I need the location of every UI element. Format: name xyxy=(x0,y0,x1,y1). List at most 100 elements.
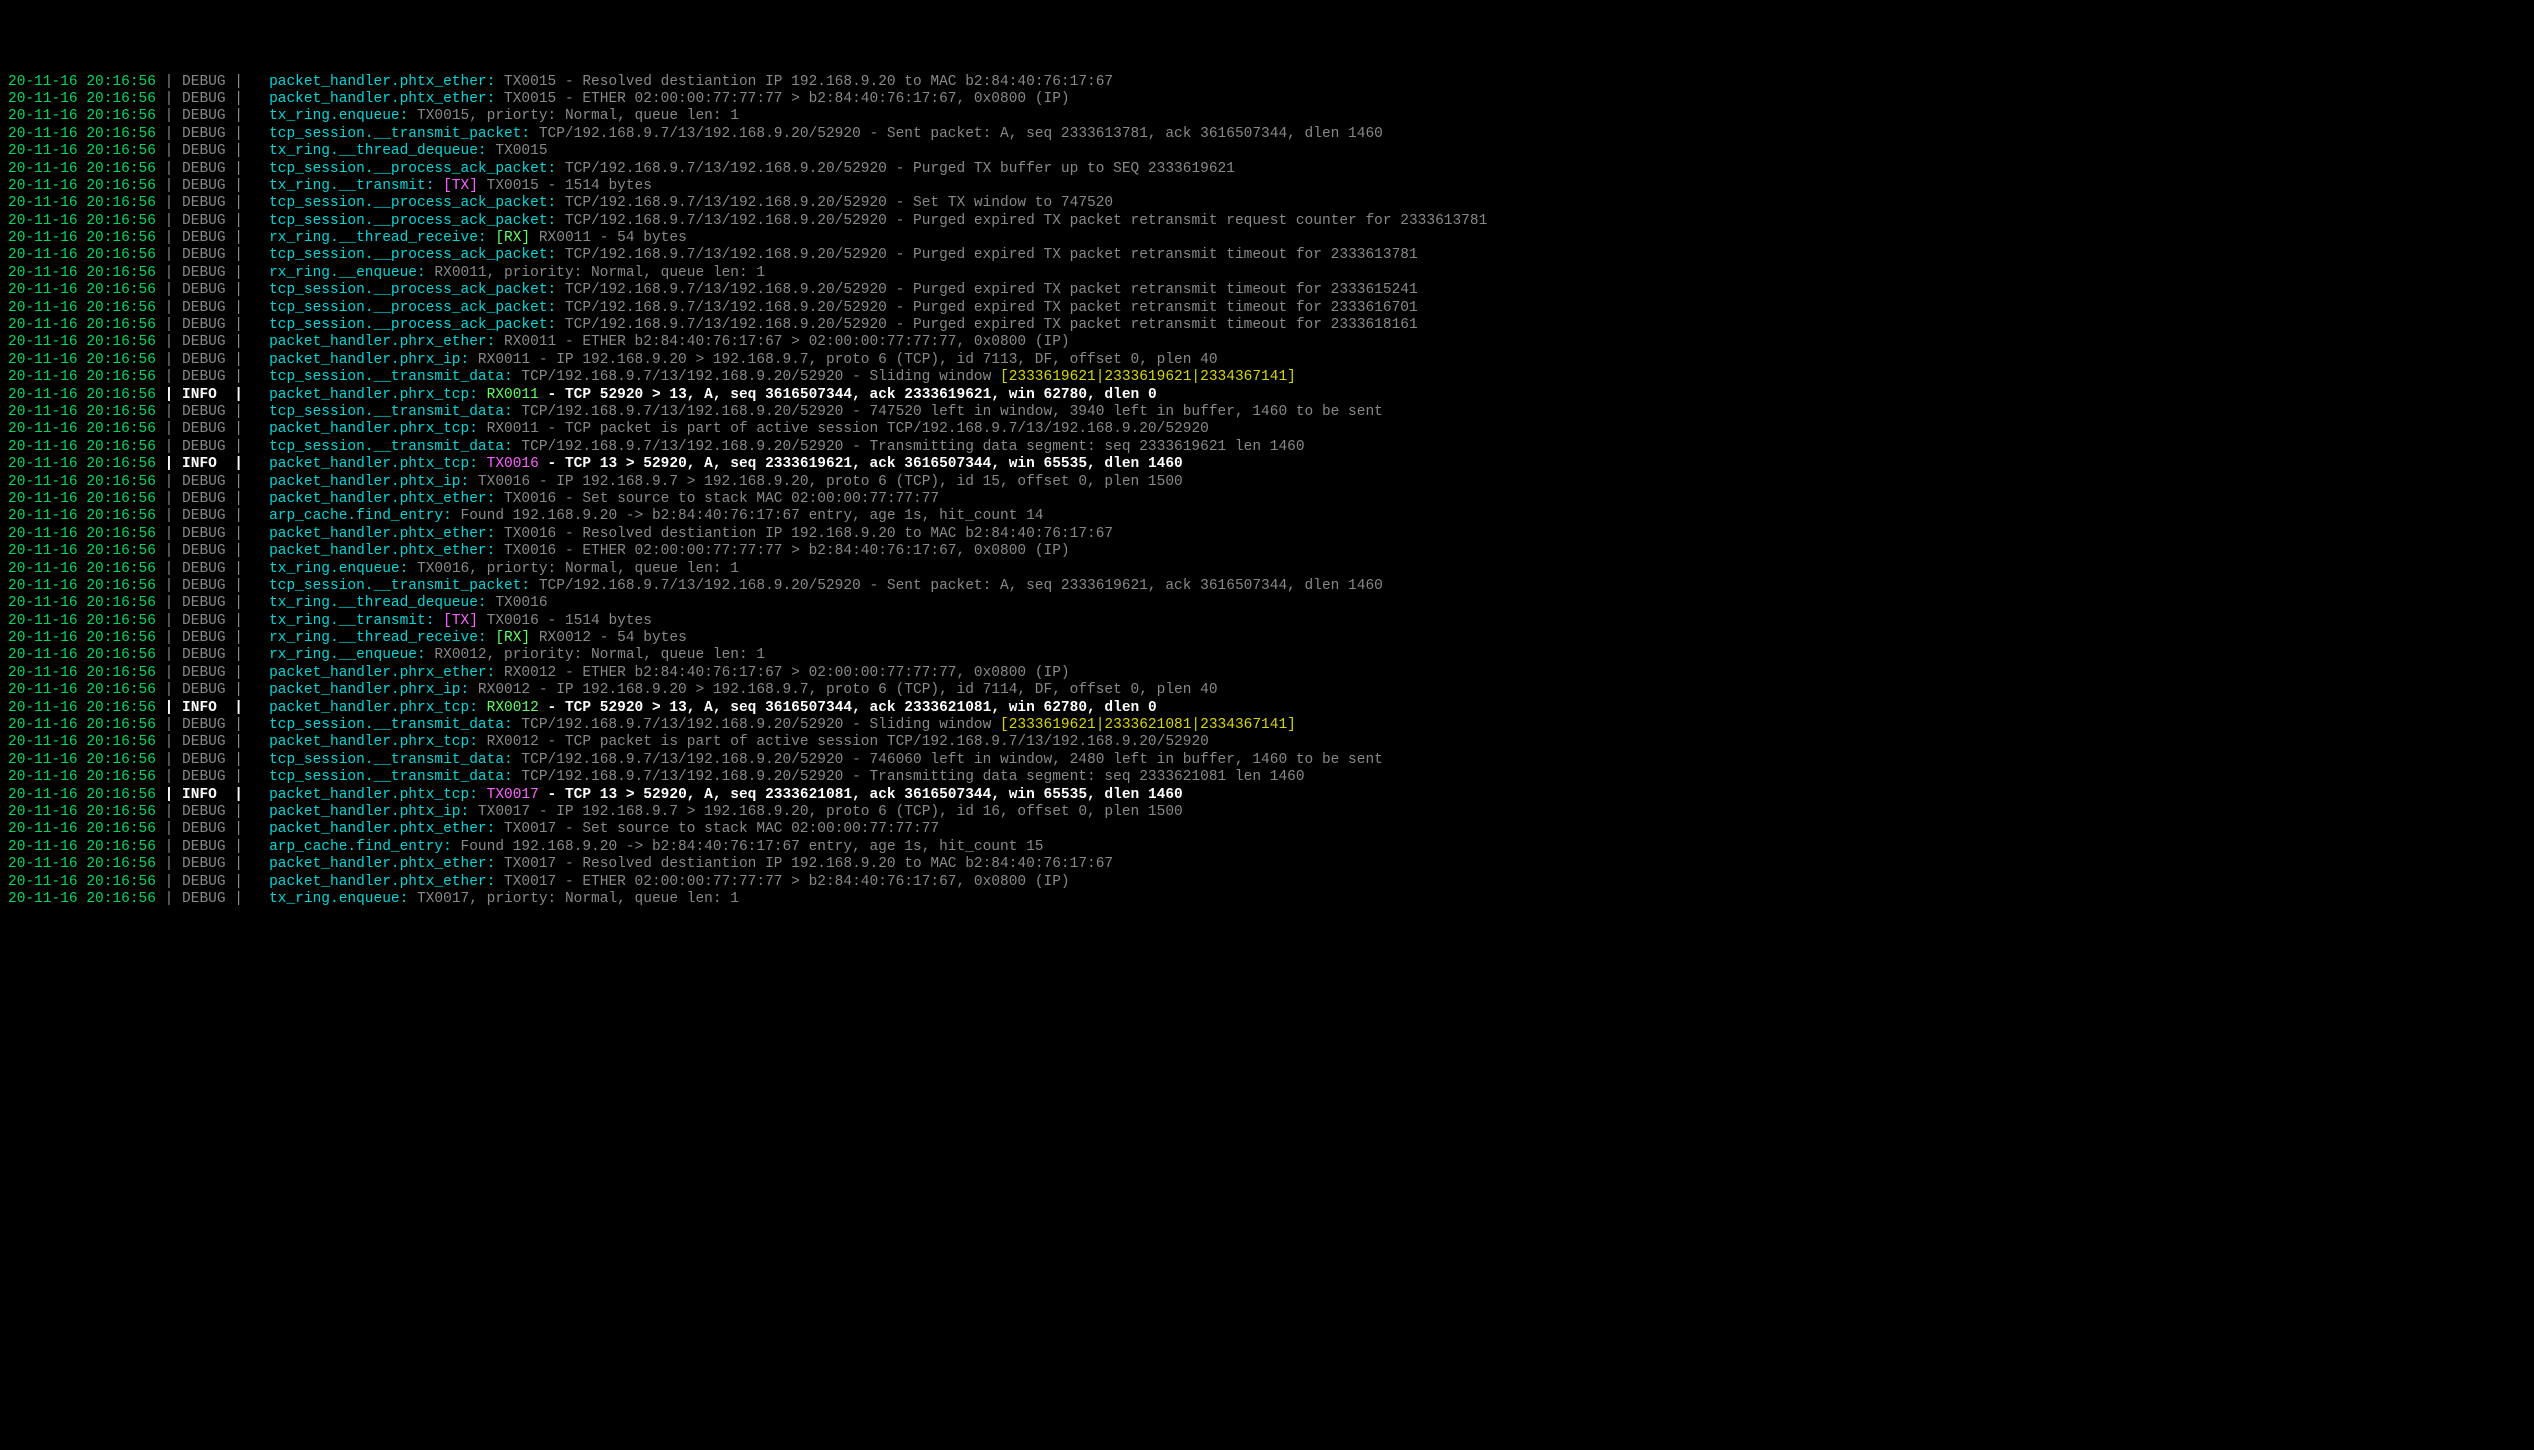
log-module: packet_handler.phtx_tcp: xyxy=(269,787,478,803)
log-level: DEBUG xyxy=(182,474,234,490)
log-message-segment: TCP/192.168.9.7/13/192.168.9.20/52920 - … xyxy=(513,369,1000,385)
log-module: packet_handler.phtx_ip: xyxy=(269,474,469,490)
log-row: 20-11-16 20:16:56 | DEBUG | packet_handl… xyxy=(8,734,2526,751)
separator: | xyxy=(156,161,182,177)
separator: | xyxy=(234,491,269,507)
separator: | xyxy=(234,526,269,542)
log-row: 20-11-16 20:16:56 | DEBUG | tcp_session.… xyxy=(8,404,2526,421)
log-level: DEBUG xyxy=(182,74,234,90)
log-message-segment: [2333619621|2333619621|2334367141] xyxy=(1000,369,1296,385)
log-timestamp: 20-11-16 20:16:56 xyxy=(8,300,156,316)
log-message-segment: TX0016 - IP 192.168.9.7 > 192.168.9.20, … xyxy=(469,474,1183,490)
log-timestamp: 20-11-16 20:16:56 xyxy=(8,578,156,594)
log-message-segment: TCP/192.168.9.7/13/192.168.9.20/52920 - … xyxy=(556,213,1487,229)
log-level: DEBUG xyxy=(182,630,234,646)
separator: | xyxy=(234,282,269,298)
log-module: packet_handler.phtx_ip: xyxy=(269,804,469,820)
separator: | xyxy=(234,91,269,107)
log-module: packet_handler.phrx_ip: xyxy=(269,682,469,698)
log-timestamp: 20-11-16 20:16:56 xyxy=(8,734,156,750)
log-row: 20-11-16 20:16:56 | DEBUG | tcp_session.… xyxy=(8,717,2526,734)
log-row: 20-11-16 20:16:56 | DEBUG | tcp_session.… xyxy=(8,126,2526,143)
separator: | xyxy=(156,265,182,281)
log-level: DEBUG xyxy=(182,126,234,142)
log-level: DEBUG xyxy=(182,195,234,211)
log-module: packet_handler.phrx_ether: xyxy=(269,665,495,681)
log-message-segment: - TCP 52920 > 13, A, seq 3616507344, ack… xyxy=(539,700,1157,716)
log-message-segment: TCP/192.168.9.7/13/192.168.9.20/52920 - … xyxy=(556,282,1417,298)
log-module: tx_ring.enqueue: xyxy=(269,891,408,907)
log-level: DEBUG xyxy=(182,734,234,750)
separator: | xyxy=(234,300,269,316)
separator: | xyxy=(156,230,182,246)
log-level: DEBUG xyxy=(182,491,234,507)
separator: | xyxy=(156,421,182,437)
log-module: packet_handler.phrx_tcp: xyxy=(269,734,478,750)
log-row: 20-11-16 20:16:56 | DEBUG | tx_ring.enqu… xyxy=(8,108,2526,125)
log-timestamp: 20-11-16 20:16:56 xyxy=(8,821,156,837)
log-level: DEBUG xyxy=(182,265,234,281)
log-module: tcp_session.__process_ack_packet: xyxy=(269,195,556,211)
separator: | xyxy=(234,734,269,750)
log-message-segment: RX0011 - 54 bytes xyxy=(530,230,687,246)
separator: | xyxy=(156,630,182,646)
separator: | xyxy=(234,126,269,142)
log-message-segment: [TX] xyxy=(434,178,478,194)
separator: | xyxy=(234,682,269,698)
log-message-segment: RX0012 - TCP packet is part of active se… xyxy=(478,734,1209,750)
log-timestamp: 20-11-16 20:16:56 xyxy=(8,543,156,559)
separator: | xyxy=(156,526,182,542)
log-row: 20-11-16 20:16:56 | DEBUG | packet_handl… xyxy=(8,665,2526,682)
log-message-segment: [RX] xyxy=(487,630,531,646)
separator: | xyxy=(156,613,182,629)
log-module: tcp_session.__transmit_data: xyxy=(269,769,513,785)
log-level: DEBUG xyxy=(182,247,234,263)
log-level: DEBUG xyxy=(182,717,234,733)
log-module: packet_handler.phtx_ether: xyxy=(269,543,495,559)
log-timestamp: 20-11-16 20:16:56 xyxy=(8,195,156,211)
log-timestamp: 20-11-16 20:16:56 xyxy=(8,891,156,907)
separator: | xyxy=(234,404,269,420)
log-level: DEBUG xyxy=(182,752,234,768)
separator: | xyxy=(156,474,182,490)
log-level: DEBUG xyxy=(182,439,234,455)
log-timestamp: 20-11-16 20:16:56 xyxy=(8,282,156,298)
separator: | xyxy=(156,108,182,124)
log-message-segment: TX0016 xyxy=(487,595,548,611)
log-module: packet_handler.phtx_ether: xyxy=(269,874,495,890)
separator: | xyxy=(156,647,182,663)
log-module: packet_handler.phrx_ip: xyxy=(269,352,469,368)
log-row: 20-11-16 20:16:56 | DEBUG | tcp_session.… xyxy=(8,317,2526,334)
separator: | xyxy=(156,839,182,855)
log-row: 20-11-16 20:16:56 | DEBUG | tcp_session.… xyxy=(8,752,2526,769)
separator: | xyxy=(156,856,182,872)
log-timestamp: 20-11-16 20:16:56 xyxy=(8,74,156,90)
separator: | xyxy=(156,717,182,733)
separator: | xyxy=(156,178,182,194)
log-message-segment: TCP/192.168.9.7/13/192.168.9.20/52920 - … xyxy=(556,161,1235,177)
separator: | xyxy=(156,787,182,803)
log-level: DEBUG xyxy=(182,578,234,594)
log-message-segment: RX0011 - TCP packet is part of active se… xyxy=(478,421,1209,437)
log-message-segment: TX0015 - ETHER 02:00:00:77:77:77 > b2:84… xyxy=(495,91,1069,107)
log-timestamp: 20-11-16 20:16:56 xyxy=(8,352,156,368)
log-module: packet_handler.phtx_ether: xyxy=(269,74,495,90)
separator: | xyxy=(156,282,182,298)
log-module: tcp_session.__transmit_data: xyxy=(269,369,513,385)
separator: | xyxy=(234,717,269,733)
separator: | xyxy=(234,665,269,681)
log-level: DEBUG xyxy=(182,543,234,559)
log-message-segment: - TCP 13 > 52920, A, seq 2333619621, ack… xyxy=(539,456,1183,472)
log-level: INFO xyxy=(182,387,234,403)
log-message-segment: TX0015 - 1514 bytes xyxy=(478,178,652,194)
log-timestamp: 20-11-16 20:16:56 xyxy=(8,839,156,855)
log-module: tcp_session.__process_ack_packet: xyxy=(269,300,556,316)
separator: | xyxy=(234,369,269,385)
log-message-segment: TX0016 - Resolved destiantion IP 192.168… xyxy=(495,526,1113,542)
log-message-segment: TCP/192.168.9.7/13/192.168.9.20/52920 - … xyxy=(556,300,1417,316)
separator: | xyxy=(156,213,182,229)
separator: | xyxy=(234,647,269,663)
separator: | xyxy=(234,474,269,490)
log-timestamp: 20-11-16 20:16:56 xyxy=(8,491,156,507)
log-level: DEBUG xyxy=(182,352,234,368)
